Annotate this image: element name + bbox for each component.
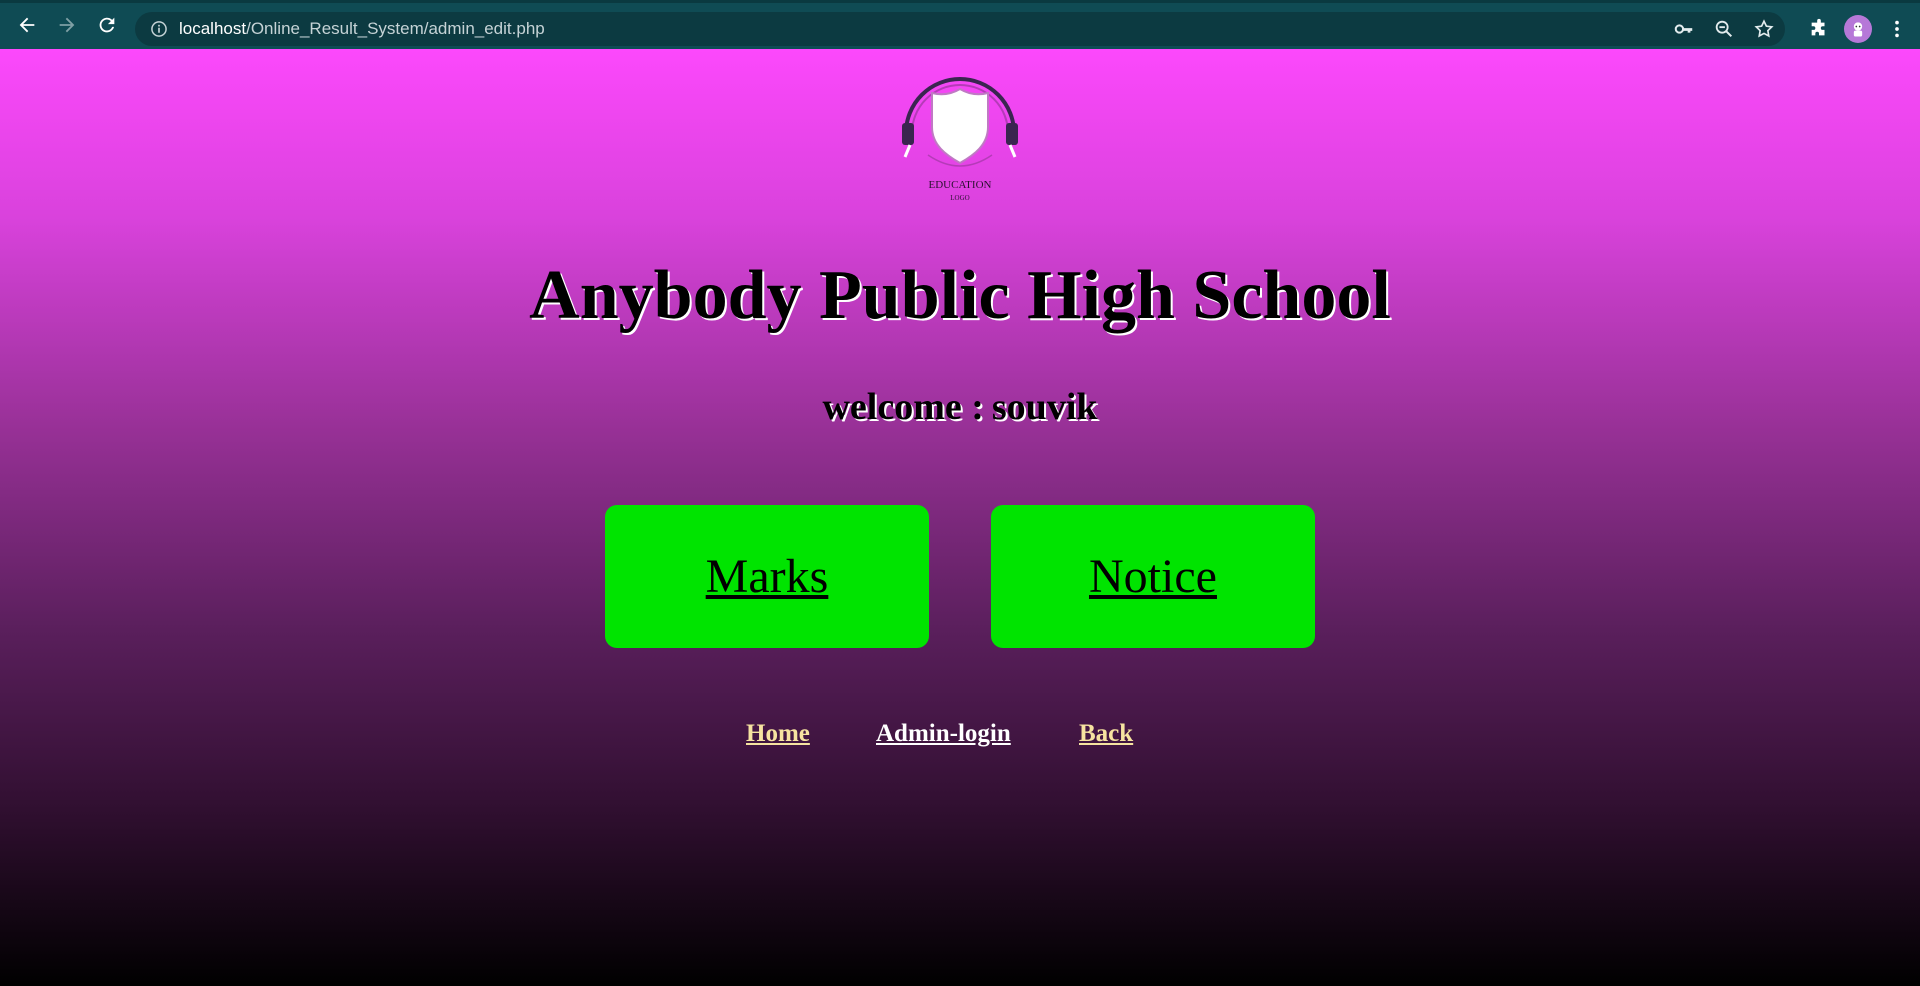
url-path: /Online_Result_System/admin_edit.php xyxy=(246,19,545,38)
user-avatar-icon xyxy=(1853,22,1863,37)
logo-text-logo: LOGO xyxy=(950,194,970,202)
address-bar[interactable]: localhost/Online_Result_System/admin_edi… xyxy=(135,12,1785,46)
education-logo: EDUCATION LOGO xyxy=(898,55,1022,205)
page-body: EDUCATION LOGO Anybody Public High Schoo… xyxy=(0,49,1920,986)
back-link[interactable]: Back xyxy=(1079,720,1133,748)
notice-link[interactable]: Notice xyxy=(1089,549,1217,604)
kebab-menu-icon[interactable] xyxy=(1886,18,1908,40)
username: souvik xyxy=(991,386,1098,428)
zoom-out-icon[interactable] xyxy=(1713,18,1735,40)
marks-tile[interactable]: Marks xyxy=(605,505,929,648)
url-host: localhost xyxy=(179,19,247,38)
marks-link[interactable]: Marks xyxy=(706,549,829,604)
back-arrow-icon[interactable] xyxy=(7,5,47,45)
site-info-icon[interactable] xyxy=(149,19,169,39)
admin-login-link[interactable]: Admin-login xyxy=(876,720,1011,748)
school-title: Anybody Public High School xyxy=(529,257,1391,334)
star-bookmark-icon[interactable] xyxy=(1753,18,1775,40)
shield-headphones-icon xyxy=(902,77,1018,167)
extensions-puzzle-icon[interactable] xyxy=(1808,18,1830,40)
notice-tile[interactable]: Notice xyxy=(991,505,1315,648)
footer-nav: Home Admin-login Back xyxy=(0,720,1920,760)
key-icon[interactable] xyxy=(1673,18,1695,40)
logo-text-education: EDUCATION xyxy=(928,179,992,191)
welcome-message: welcome : souvik xyxy=(0,385,1920,429)
browser-toolbar: localhost/Online_Result_System/admin_edi… xyxy=(0,0,1920,49)
forward-arrow-icon[interactable] xyxy=(47,5,87,45)
reload-icon[interactable] xyxy=(87,5,127,45)
welcome-label: welcome : xyxy=(822,386,984,428)
profile-avatar[interactable] xyxy=(1844,15,1872,43)
home-link[interactable]: Home xyxy=(746,720,810,748)
